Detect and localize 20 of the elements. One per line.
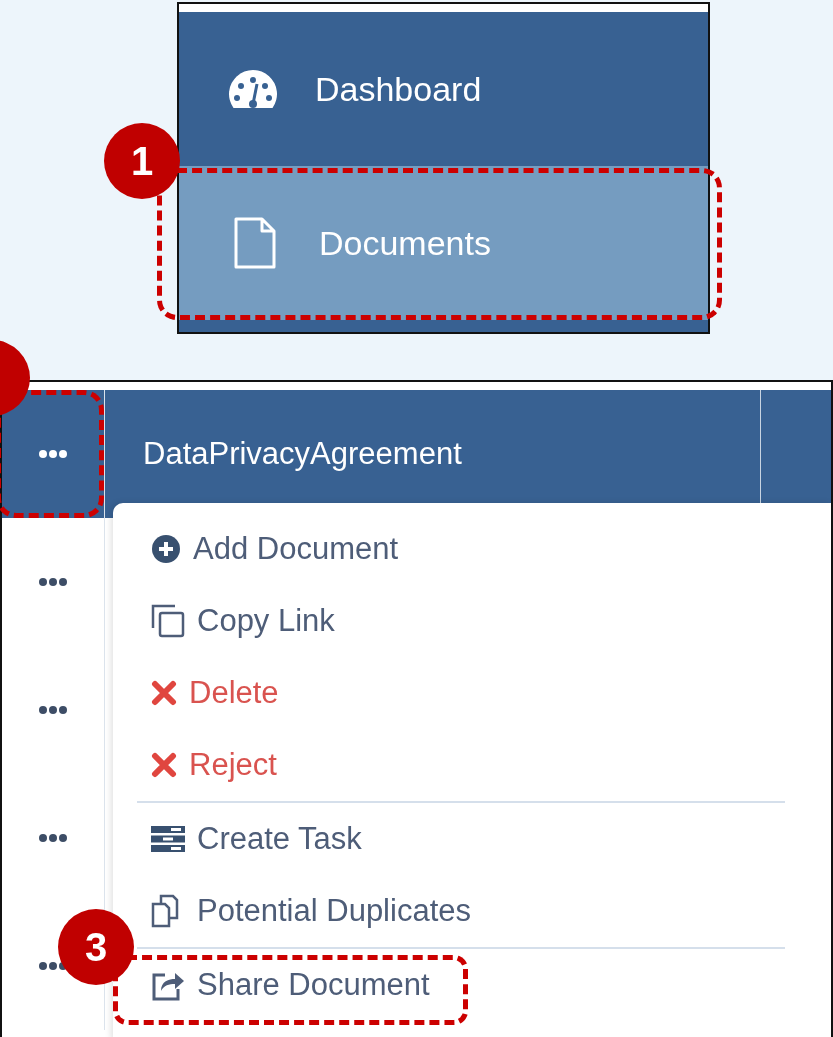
more-icon[interactable]	[38, 833, 68, 843]
menu-item[interactable]: Copy Link	[113, 585, 373, 657]
sidebar-item[interactable]: Dashboard	[179, 12, 708, 166]
more-icon[interactable]	[38, 449, 68, 459]
more-icon[interactable]	[38, 705, 68, 715]
tasks-icon	[151, 826, 185, 852]
step-badge: 3	[58, 909, 134, 985]
document-icon	[232, 217, 278, 269]
copy-icon	[151, 604, 185, 638]
gauge-icon	[229, 70, 277, 108]
menu-item[interactable]: Create Task	[113, 803, 400, 875]
plus-circle-icon	[151, 534, 181, 564]
step-badge: 1	[104, 123, 180, 199]
menu-item[interactable]: Reject	[113, 729, 315, 801]
cross-icon	[151, 680, 177, 706]
document-name[interactable]: DataPrivacyAgreement	[143, 436, 462, 472]
cross-icon	[151, 752, 177, 778]
more-icon[interactable]	[38, 577, 68, 587]
menu-item[interactable]: Delete	[113, 657, 317, 729]
menu-item[interactable]: Add Document	[113, 513, 437, 585]
